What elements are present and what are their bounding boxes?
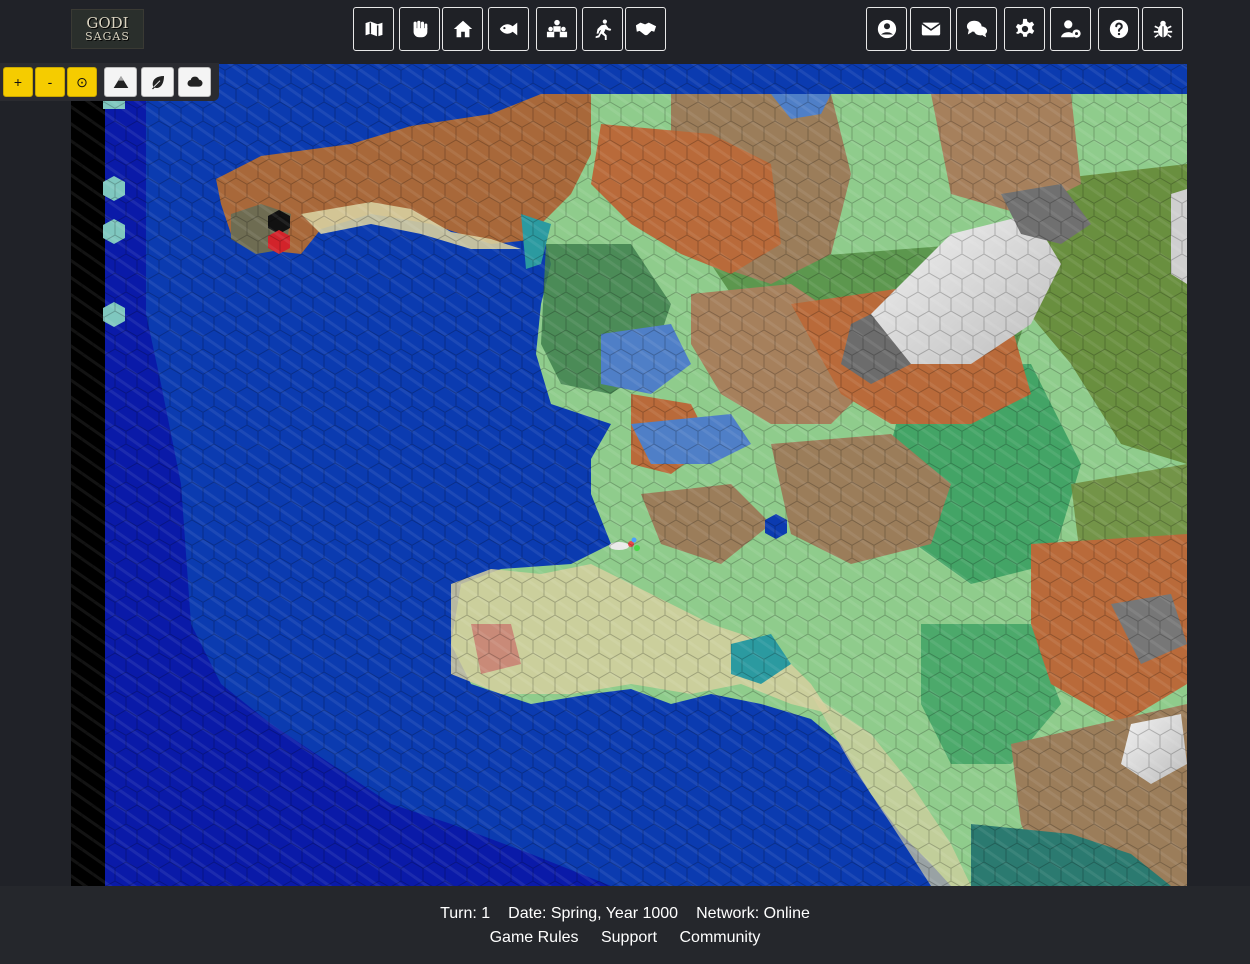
turn-indicator: Turn: 1 <box>440 905 491 922</box>
running-person-button[interactable] <box>582 7 623 51</box>
gear-icon <box>1015 18 1034 37</box>
hex-map[interactable] <box>71 64 1187 886</box>
people-group-icon <box>546 19 567 38</box>
mountain-icon <box>113 76 128 88</box>
envelope-icon <box>920 22 941 36</box>
user-settings-icon <box>1060 20 1081 38</box>
home-button[interactable] <box>442 7 483 51</box>
home-icon <box>453 20 472 38</box>
question-circle-icon <box>1109 19 1128 39</box>
community-link[interactable]: Community <box>679 929 760 946</box>
game-logo[interactable]: GODI SAGAS <box>71 9 144 49</box>
game-rules-link[interactable]: Game Rules <box>490 929 579 946</box>
fish-icon <box>499 22 517 36</box>
account-settings-button[interactable] <box>1050 7 1091 51</box>
terrain-layer-button[interactable] <box>104 67 137 97</box>
center-map-button[interactable]: ⊙ <box>67 67 97 97</box>
messages-button[interactable] <box>910 7 951 51</box>
logo-line1: GODI <box>86 14 129 32</box>
zoom-in-button[interactable]: + <box>3 67 33 97</box>
people-group-button[interactable] <box>536 7 577 51</box>
profile-button[interactable] <box>866 7 907 51</box>
fist-icon <box>413 20 427 38</box>
handshake-icon <box>635 22 656 36</box>
map-button[interactable] <box>353 7 394 51</box>
logo-line2: SAGAS <box>85 30 130 43</box>
support-link[interactable]: Support <box>601 929 657 946</box>
cloud-icon <box>186 76 202 87</box>
settings-button[interactable] <box>1004 7 1045 51</box>
user-circle-icon <box>877 19 896 39</box>
chat-button[interactable] <box>956 7 997 51</box>
bug-icon <box>1153 20 1172 38</box>
weather-layer-button[interactable] <box>178 67 211 97</box>
footer-links: Game Rules Support Community <box>0 929 1250 947</box>
help-button[interactable] <box>1098 7 1139 51</box>
top-bar: GODI SAGAS <box>0 0 1250 64</box>
running-person-icon <box>595 19 611 40</box>
footer: Turn: 1 Date: Spring, Year 1000 Network: O… <box>0 886 1250 964</box>
world-map[interactable] <box>71 64 1187 886</box>
handshake-button[interactable] <box>625 7 666 51</box>
map-controls: + - ⊙ <box>0 63 219 101</box>
leaf-icon <box>151 76 164 90</box>
vegetation-layer-button[interactable] <box>141 67 174 97</box>
bug-report-button[interactable] <box>1142 7 1183 51</box>
date-indicator: Date: Spring, Year 1000 <box>508 905 679 922</box>
status-line: Turn: 1 Date: Spring, Year 1000 Network: O… <box>0 905 1250 923</box>
zoom-out-button[interactable]: - <box>35 67 65 97</box>
fish-button[interactable] <box>488 7 529 51</box>
network-status: Network: Online <box>696 905 810 922</box>
chat-bubbles-icon <box>966 20 987 38</box>
fist-button[interactable] <box>399 7 440 51</box>
map-icon <box>363 19 384 39</box>
